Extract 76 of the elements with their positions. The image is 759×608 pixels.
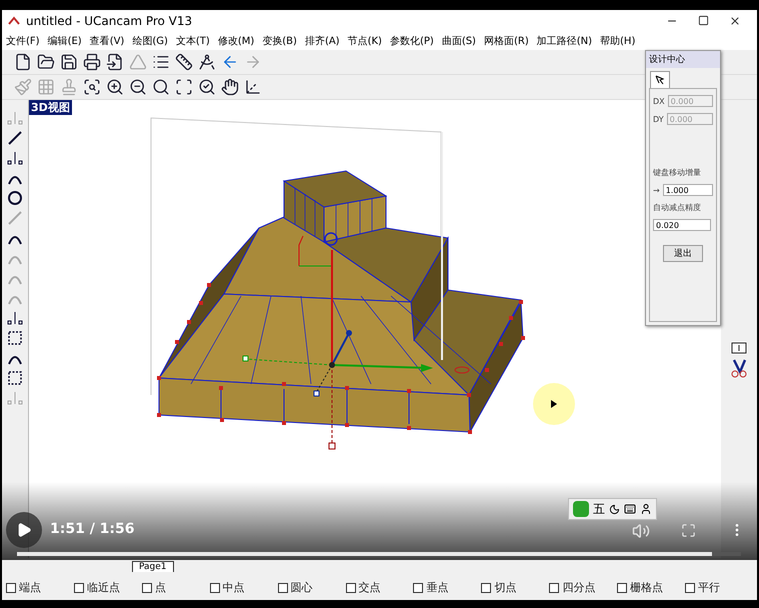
snap-option[interactable]: 栅格点 [617,580,686,595]
exit-button[interactable]: 退出 [663,245,703,262]
keyboard-icon[interactable] [624,503,636,515]
zoom-in-icon[interactable] [106,78,124,96]
menu-item[interactable]: 编辑(E) [48,34,82,48]
maximize-icon[interactable] [698,15,709,26]
box-tool-icon[interactable] [7,370,23,386]
circle-tool-icon[interactable] [7,190,23,206]
app-logo-icon [8,16,20,26]
snap-option[interactable]: 切点 [481,580,550,595]
moon-icon[interactable] [609,504,620,514]
pointer-icon [655,75,665,85]
snap-option[interactable]: 平行 [685,580,753,595]
menu-item[interactable]: 修改(M) [218,34,254,48]
zoom-out-icon[interactable] [129,78,147,96]
node-tool-icon[interactable] [7,150,23,166]
menu-item[interactable]: 网格面(R) [484,34,529,48]
import-icon[interactable] [106,53,124,71]
menu-item[interactable]: 帮助(H) [600,34,636,48]
page-icon[interactable] [14,53,32,71]
precision-label: 自动减点精度 [653,202,702,213]
menu-item[interactable]: 节点(K) [348,34,382,48]
snap-option[interactable]: 交点 [346,580,414,595]
menu-item[interactable]: 绘图(G) [132,34,168,48]
menu-item[interactable]: 曲面(S) [442,34,476,48]
hand-icon[interactable] [221,78,239,96]
snap-option[interactable]: 点 [142,580,210,595]
window-title: untitled - UCancam Pro V13 [26,14,194,28]
arrow-label: → [653,186,660,194]
menu-item[interactable]: 排齐(A) [304,34,340,48]
video-time: 1:51 / 1:56 [50,521,135,537]
precision-field[interactable]: 0.020 [653,219,711,231]
play-icon [16,522,32,538]
menu-item[interactable]: 文件(F) [6,34,40,48]
page-tab[interactable]: Page1 [132,561,174,572]
field-label: DY [653,114,664,124]
zoom-window-icon[interactable] [83,78,101,96]
snap-option[interactable]: 临近点 [74,580,142,595]
printer-icon[interactable] [83,53,101,71]
view-label: 3D视图 [29,100,72,115]
volume-icon[interactable] [632,522,650,540]
step-field[interactable]: 1.000 [662,184,713,196]
snap-option[interactable]: 中点 [210,580,278,595]
snap-option[interactable]: 垂点 [413,580,482,595]
node-tool-icon[interactable] [7,310,23,326]
menu-item[interactable]: 加工路径(N) [536,34,592,48]
menu-item[interactable]: 查看(V) [90,34,124,48]
scissors-icon[interactable] [730,358,748,378]
axes-icon[interactable] [244,78,262,96]
ruler-icon[interactable] [175,53,193,71]
menu-item[interactable]: 变换(B) [262,34,297,48]
compass-icon[interactable] [198,53,216,71]
snap-option[interactable]: 圆心 [278,580,346,595]
ime-mode[interactable]: 五 [593,500,605,518]
field-label: DX [653,96,665,106]
folder-icon[interactable] [37,53,55,71]
snap-option[interactable]: 四分点 [549,580,618,595]
ruler-tool-icon[interactable] [731,342,747,354]
fit-view-icon[interactable] [175,78,193,96]
zoom-icon[interactable] [198,78,216,96]
panel-tab[interactable] [650,71,670,88]
panel-title: 设计中心 [646,51,720,68]
cursor-icon [550,399,558,409]
step-label: 键盘移动增量 [653,167,702,178]
search-icon[interactable] [152,78,170,96]
save-icon[interactable] [60,53,78,71]
menu-item[interactable]: 参数化(P) [390,34,434,48]
menu-item[interactable]: 文本(T) [176,34,210,48]
ime-logo-icon [573,501,589,517]
close-icon[interactable] [729,15,741,27]
user-icon[interactable] [640,503,652,515]
fullscreen-icon[interactable] [681,523,696,538]
snap-option[interactable]: 端点 [6,580,74,595]
box-tool-icon[interactable] [7,330,23,346]
line-tool-icon[interactable] [7,130,23,146]
list-icon[interactable] [152,53,170,71]
